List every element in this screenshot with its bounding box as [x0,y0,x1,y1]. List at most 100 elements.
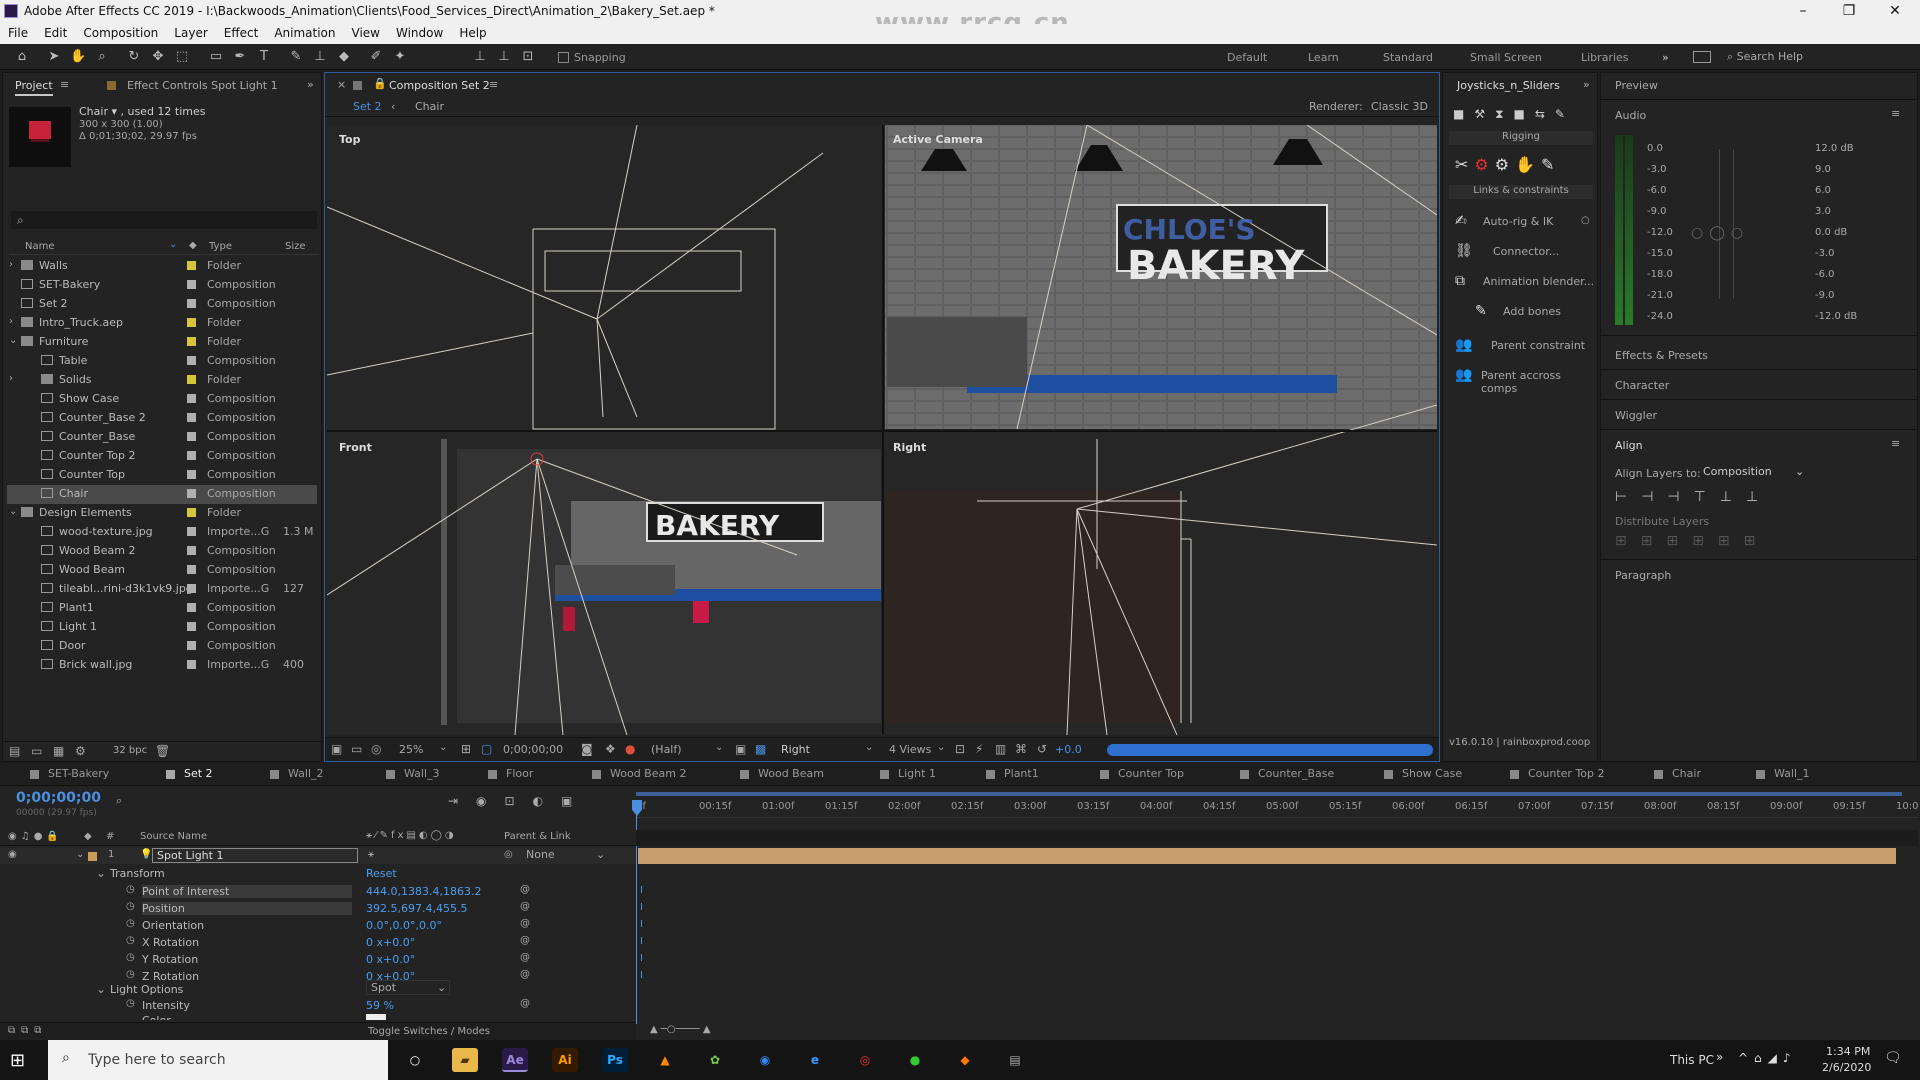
workspace-libraries[interactable]: Libraries [1581,51,1629,64]
workspace-default[interactable]: Default [1227,51,1267,64]
property-value[interactable]: 392.5,697.4,455.5 [366,902,467,915]
project-item[interactable]: Door Composition [7,637,317,656]
project-item[interactable]: Wood Beam Composition [7,561,317,580]
timeline-tab[interactable]: Light 1 [898,767,936,780]
timeline-search-icon[interactable]: ⌕ [116,794,130,807]
audio-volume-knobs[interactable]: ○◯○ [1691,225,1761,241]
parent-dropdown[interactable]: None ⌄ [526,848,610,863]
new-folder-icon[interactable]: ▭ [31,744,42,758]
workspace-learn[interactable]: Learn [1308,51,1339,64]
project-search-input[interactable]: ⌕ [11,211,317,229]
label-color-swatch[interactable] [187,337,196,346]
label-column-icon[interactable]: ◆ [189,240,197,251]
after-effects-taskbar-icon[interactable]: Ae [502,1048,528,1072]
disclosure-arrow-icon[interactable]: ⌄ [9,506,17,517]
property-value[interactable]: 444.0,1383.4,1863.2 [366,885,481,898]
view-axis-icon[interactable]: ⊡ [520,49,536,65]
keyframe-marker[interactable]: I [640,885,643,896]
layer-duration-bar[interactable] [638,848,1896,864]
timeline-zoom-slider[interactable]: ▲ ─○──── ▲ [650,1024,730,1038]
3d-view-chevron-icon[interactable]: ⌄ [865,742,873,753]
layer-label-color[interactable] [88,852,97,861]
pixel-aspect-icon[interactable]: ⊡ [955,742,965,756]
distribute-buttons[interactable]: ⊞⊞⊞⊞⊞⊞ [1615,533,1815,551]
zoom-dropdown[interactable]: 25% [399,743,423,756]
3d-view-dropdown[interactable]: Right [781,743,810,756]
rotate-tool-icon[interactable]: ↻ [126,49,142,65]
system-tray-icons[interactable]: ^⌂◢♪ [1738,1051,1797,1065]
timeline-tab[interactable]: Wall_2 [288,767,324,780]
parent-across-comps-button[interactable]: Parent accross comps [1481,369,1597,395]
label-color-swatch[interactable] [187,527,196,536]
reset-exposure-icon[interactable]: ↺ [1037,742,1047,756]
home-icon[interactable]: ⌂ [14,49,30,65]
mask-visibility-icon[interactable]: ▢ [481,742,492,756]
wiggler-header[interactable]: Wiggler [1615,409,1657,422]
windows-start-icon[interactable]: ⊞ [10,1050,32,1072]
align-menu-icon[interactable]: ≡ [1891,437,1900,450]
expand-layer-icon[interactable]: ⌄ [76,849,84,860]
effects-presets-header[interactable]: Effects & Presets [1615,349,1708,362]
flowchart-icon[interactable]: ⌘ [1015,742,1027,756]
label-color-swatch[interactable] [187,546,196,555]
label-color-swatch[interactable] [187,261,196,270]
character-header[interactable]: Character [1615,379,1669,392]
selection-tool-icon[interactable]: ➤ [46,49,62,65]
project-item[interactable]: › Solids Folder [7,371,317,390]
eraser-tool-icon[interactable]: ◆ [336,49,352,65]
project-item[interactable]: Counter Top Composition [7,466,317,485]
timeline-tab[interactable]: Wall_3 [404,767,440,780]
app-icon-7[interactable]: ◉ [752,1048,778,1072]
property-value[interactable]: 0.0°,0.0°,0.0° [366,919,442,932]
zoom-tool-icon[interactable]: ⌕ [94,49,110,65]
property-row[interactable]: ◷ Point of Interest 444.0,1383.4,1863.2 @ I [0,884,643,900]
timeline-tab[interactable]: Counter Top [1118,767,1184,780]
trash-icon[interactable]: 🗑 [155,744,170,758]
expression-link-icon[interactable]: @ [520,935,530,946]
breadcrumb-chair[interactable]: Chair [415,100,444,113]
keyframe-marker[interactable]: I [640,936,643,947]
project-item[interactable]: Counter_Base Composition [7,428,317,447]
audio-menu-icon[interactable]: ≡ [1891,107,1900,120]
project-item[interactable]: Set 2 Composition [7,295,317,314]
label-color-swatch[interactable] [187,470,196,479]
label-color-swatch[interactable] [187,299,196,308]
app-icon-10[interactable]: ● [902,1048,928,1072]
edge-icon[interactable]: e [802,1048,828,1072]
taskbar-search-box[interactable]: ⌕ Type here to search [48,1040,388,1080]
expand-panels-icon[interactable]: » [1583,78,1590,91]
timeline-tab[interactable]: SET-Bakery [48,767,109,780]
label-color-swatch[interactable] [187,508,196,517]
disclosure-arrow-icon[interactable]: › [9,373,13,384]
project-item[interactable]: ⌄ Design Elements Folder [7,504,317,523]
transparency-grid-icon[interactable]: ▩ [755,742,766,756]
timeline-tab[interactable]: Wall_1 [1774,767,1810,780]
project-item[interactable]: Light 1 Composition [7,618,317,637]
column-size[interactable]: Size [285,241,306,252]
intensity-value[interactable]: 59 % [366,999,394,1012]
project-item[interactable]: Counter Top 2 Composition [7,447,317,466]
expression-link-icon[interactable]: @ [520,901,530,912]
color-channel-icon[interactable]: ● [625,742,635,756]
sort-icon[interactable]: ⌄ [169,239,177,250]
timeline-tab[interactable]: Show Case [1402,767,1462,780]
label-color-swatch[interactable] [187,432,196,441]
disclosure-arrow-icon[interactable]: › [9,259,13,270]
column-source-name[interactable]: Source Name [140,831,207,842]
stopwatch-icon[interactable]: ◷ [126,918,135,929]
rigging-tool-icons[interactable]: ✂⚙⚙✋✎ [1455,155,1591,177]
layer-name-field[interactable]: Spot Light 1 [152,848,358,863]
label-color-swatch[interactable] [187,394,196,403]
menu-composition[interactable]: Composition [75,24,166,40]
zoom-chevron-icon[interactable]: ⌄ [439,742,447,753]
timeline-tab[interactable]: Wood Beam [758,767,824,780]
stopwatch-icon[interactable]: ◷ [126,901,135,912]
project-item[interactable]: Show Case Composition [7,390,317,409]
menu-edit[interactable]: Edit [36,24,75,40]
property-value[interactable]: 0 x+0.0° [366,936,415,949]
illustrator-icon[interactable]: Ai [552,1048,578,1072]
this-pc-label[interactable]: This PC [1670,1053,1714,1067]
breadcrumb-set-2[interactable]: Set 2 [353,100,382,113]
always-preview-icon[interactable]: ▣ [331,742,342,756]
work-area-bar[interactable] [636,792,1902,796]
